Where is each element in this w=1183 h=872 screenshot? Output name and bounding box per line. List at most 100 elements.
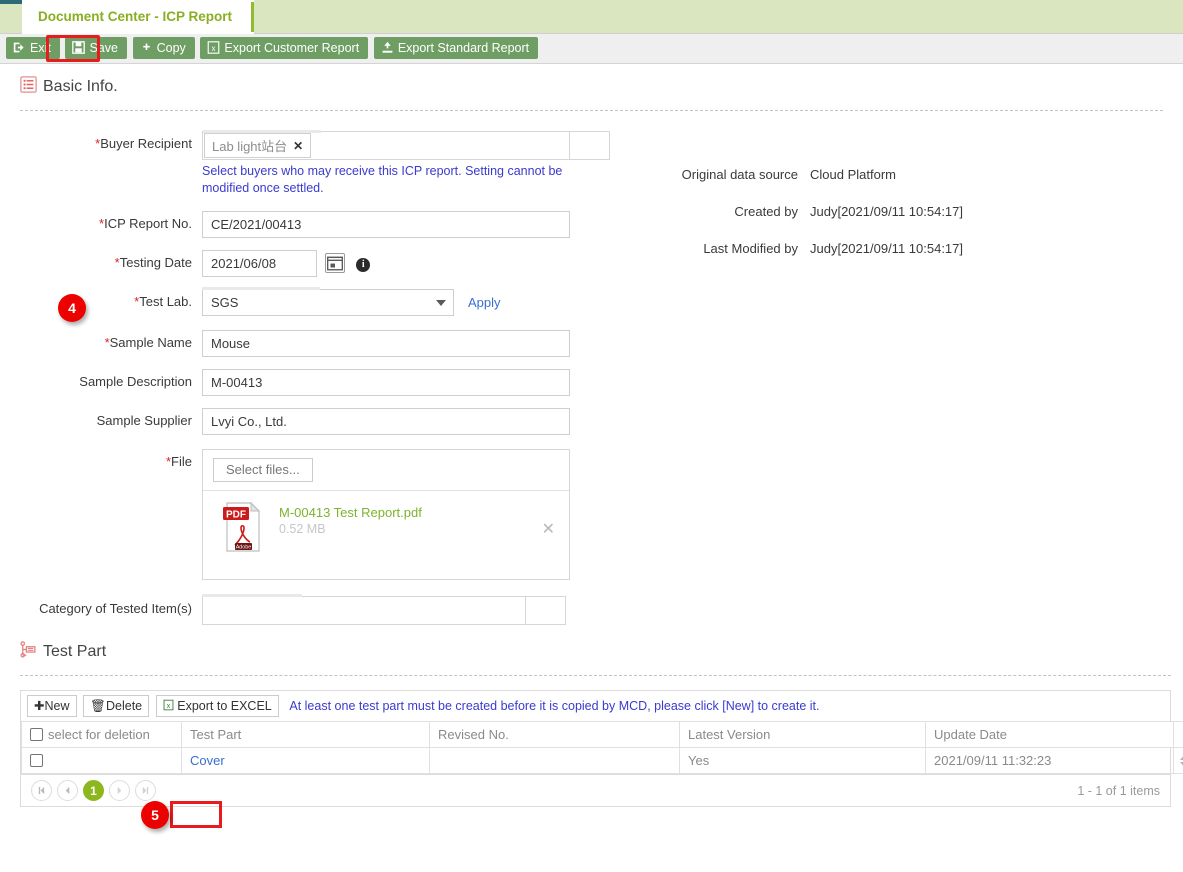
select-all-checkbox[interactable] [30, 728, 43, 741]
scroll-down-icon[interactable] [1179, 761, 1183, 768]
basic-info-title: Basic Info. [43, 78, 118, 95]
meta-value: Judy[2021/09/11 10:54:17] [810, 204, 963, 219]
svg-text:Adobe: Adobe [236, 545, 252, 551]
attachment-name[interactable]: M-00413 Test Report.pdf [279, 505, 422, 520]
info-icon[interactable]: i [356, 258, 371, 272]
excel-file-icon: x [207, 38, 220, 59]
test-part-title: Test Part [43, 643, 107, 660]
list-icon [20, 76, 37, 98]
meta-value: Judy[2021/09/11 10:54:17] [810, 241, 963, 256]
export-customer-report-label: Export Customer Report [224, 41, 360, 55]
copy-label: Copy [156, 41, 186, 55]
exit-icon [13, 38, 26, 59]
sample-description-input[interactable]: M-00413 [202, 369, 570, 396]
metadata-column: Original data source Cloud Platform Crea… [620, 167, 1100, 278]
field-file: *File Select files... PDF Adobe M-00413 … [20, 449, 1163, 580]
test-part-grid: ✚New 🗑Delete x Export to EXCEL At least … [20, 690, 1183, 807]
row-select-cell [21, 747, 182, 774]
export-customer-report-button[interactable]: x Export Customer Report [200, 37, 369, 59]
testing-date-label: *Testing Date [114, 255, 192, 270]
sample-name-input[interactable]: Mouse [202, 330, 570, 357]
tab-document-center-icp-report[interactable]: Document Center - ICP Report [22, 0, 255, 34]
sample-supplier-input[interactable]: Lvyi Co., Ltd. [202, 408, 570, 435]
trash-icon: 🗑 [90, 699, 106, 713]
buyer-recipient-token: Lab light站台 ✕ [204, 133, 312, 158]
save-button[interactable]: Save [65, 37, 127, 59]
tab-label: Document Center - ICP Report [38, 9, 233, 24]
meta-row: Created by Judy[2021/09/11 10:54:17] [620, 204, 1100, 219]
chevron-down-icon[interactable] [436, 300, 446, 306]
test-lab-select[interactable]: SGS [202, 289, 454, 316]
export-standard-report-label: Export Standard Report [397, 41, 530, 55]
buyer-recipient-input[interactable]: Lab light站台 ✕ [202, 130, 570, 160]
pager-first-button[interactable] [31, 780, 52, 801]
remove-token-icon[interactable]: ✕ [293, 139, 303, 153]
basic-info-form: *Buyer Recipient Lab light站台 ✕ Select bu… [20, 111, 1163, 625]
calendar-icon[interactable] [324, 253, 345, 273]
test-lab-label: *Test Lab. [134, 294, 192, 309]
pager-prev-button[interactable] [57, 780, 78, 801]
icp-report-no-label: *ICP Report No. [99, 216, 192, 231]
sample-name-label: *Sample Name [104, 335, 192, 350]
sample-description-label: Sample Description [79, 374, 192, 389]
grid-note: At least one test part must be created b… [289, 699, 820, 713]
scroll-up-icon[interactable] [1179, 753, 1183, 760]
export-standard-report-button[interactable]: Export Standard Report [373, 37, 539, 59]
delete-label: Delete [106, 699, 143, 713]
meta-value: Cloud Platform [810, 167, 896, 182]
cell-revised-no [429, 747, 680, 774]
icp-report-no-input[interactable]: CE/2021/00413 [202, 211, 570, 238]
test-part-link[interactable]: Cover [190, 753, 225, 768]
exit-label: Exit [30, 41, 51, 55]
row-checkbox[interactable] [30, 754, 43, 767]
plus-icon: ✚ [34, 699, 45, 713]
testing-date-input[interactable]: 2021/06/08 [202, 250, 317, 277]
excel-icon: x [163, 699, 177, 713]
table-row: Cover Yes 2021/09/11 11:32:23 [21, 747, 1183, 774]
select-files-button[interactable]: Select files... [213, 458, 313, 482]
test-part-table: select for deletion Test Part Revised No… [21, 721, 1183, 774]
field-category-of-tested-items: Category of Tested Item(s) [20, 594, 1163, 625]
buyer-recipient-label: *Buyer Recipient [95, 136, 192, 151]
pdf-file-icon: PDF Adobe [221, 501, 265, 553]
pager-next-button[interactable] [109, 780, 130, 801]
buyer-recipient-lookup-button[interactable] [570, 131, 610, 160]
buyer-recipient-token-label: Lab light站台 [212, 139, 288, 154]
col-update-date: Update Date [925, 721, 1174, 748]
sample-supplier-label: Sample Supplier [96, 413, 192, 428]
cell-test-part: Cover [181, 747, 430, 774]
file-attachment-row: PDF Adobe M-00413 Test Report.pdf 0.52 M… [203, 491, 569, 579]
grid-toolbar: ✚New 🗑Delete x Export to EXCEL At least … [20, 690, 1171, 721]
new-button[interactable]: ✚New [27, 695, 77, 717]
col-test-part: Test Part [181, 721, 430, 748]
save-label: Save [89, 41, 118, 55]
remove-attachment-icon[interactable]: ✕ [542, 519, 555, 539]
svg-text:x: x [212, 44, 216, 53]
scrollbar-cell[interactable] [1173, 747, 1183, 774]
meta-row: Original data source Cloud Platform [620, 167, 1100, 182]
exit-button[interactable]: Exit [6, 37, 60, 59]
category-lookup-button[interactable] [526, 596, 566, 625]
main-toolbar: Exit Save Copy x Export Customer Report … [0, 34, 1183, 64]
buyer-recipient-hint: Select buyers who may receive this ICP r… [202, 164, 563, 195]
field-sample-name: *Sample Name Mouse [20, 330, 1163, 357]
category-label: Category of Tested Item(s) [39, 601, 192, 616]
category-input[interactable] [202, 596, 526, 625]
new-label: New [44, 699, 70, 713]
col-latest-version: Latest Version [679, 721, 926, 748]
apply-link[interactable]: Apply [468, 289, 501, 316]
attachment-size: 0.52 MB [279, 522, 326, 536]
pager-last-button[interactable] [135, 780, 156, 801]
annotation-badge-5: 5 [141, 801, 169, 829]
hierarchy-icon [20, 641, 37, 663]
test-part-section: Test Part ✚New 🗑Delete x Export to EXCEL… [0, 637, 1183, 807]
export-to-excel-button[interactable]: x Export to EXCEL [155, 695, 279, 717]
meta-row: Last Modified by Judy[2021/09/11 10:54:1… [620, 241, 1100, 256]
file-upload-box: Select files... PDF Adobe M-00413 Test R… [202, 449, 570, 580]
pager-page-1[interactable]: 1 [83, 780, 104, 801]
svg-text:x: x [167, 703, 171, 710]
copy-button[interactable]: Copy [132, 37, 195, 59]
file-label: *File [165, 454, 192, 469]
delete-button[interactable]: 🗑Delete [83, 695, 150, 717]
meta-label: Created by [734, 204, 798, 219]
